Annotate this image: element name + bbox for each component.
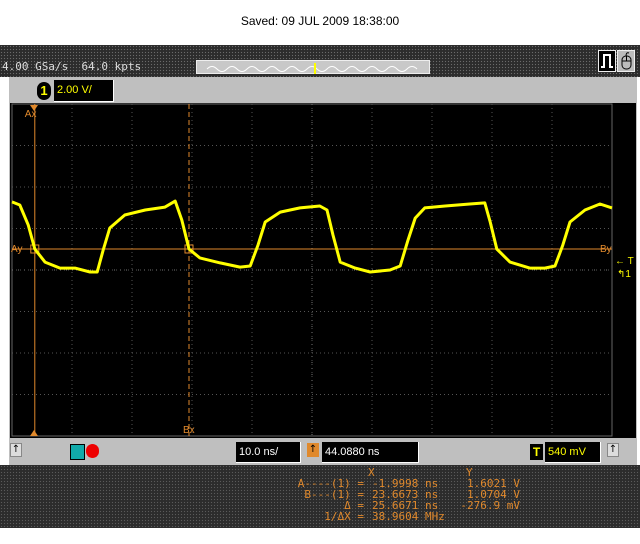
timebase-scale[interactable]: 10.0 ns/ [236,442,301,463]
saved-timestamp: Saved: 09 JUL 2009 18:38:00 [240,14,400,28]
navigator-preview [206,63,418,74]
meas-y: -276.9 mV [460,499,520,512]
cursor-bx-label: Bx [183,425,195,436]
stop-indicator-icon [86,444,99,458]
delay-icon: ↑ [307,443,319,457]
channel-scale[interactable]: 2.00 V/ [54,80,114,102]
channel-1-badge[interactable]: 1 [37,82,51,100]
meas-label: 1/ΔX = [324,510,364,523]
run-status-icon [70,444,85,460]
waveform-graticule: Ax Bx Ay By← T ↰1 [11,103,634,437]
meas-x: 38.9604 MHz [372,510,445,523]
pulse-mode-button[interactable] [598,50,616,72]
trigger-level[interactable]: 540 mV [545,442,601,463]
mouse-icon [621,52,632,70]
memory-depth: 64.0 kpts [81,60,142,73]
pulse-icon [599,51,615,71]
sample-rate: 4.00 GSa/s [2,60,69,73]
mouse-mode-button[interactable] [617,50,635,72]
right-scroll-button[interactable]: ↑ [607,443,619,457]
waveform-navigator[interactable] [196,60,430,74]
cursor-ay-label: Ay [11,244,23,255]
navigator-position[interactable] [314,63,316,74]
timebase-delay[interactable]: 44.0880 ns [322,442,419,463]
cursor-by-label: By [600,244,612,255]
cursor-ax-label: Ax [25,109,37,120]
acquisition-info: 4.00 GSa/s 64.0 kpts [2,60,141,73]
trigger-position-bottom [30,430,38,436]
trigger-icon: T [530,444,543,460]
channel-1-ground-marker: ↰1 [617,269,631,280]
left-scroll-button[interactable]: ↑ [10,443,22,457]
trigger-level-marker: ← T [615,256,634,267]
waveform-display[interactable]: Ax Bx Ay By ← T ↰1 [10,103,636,438]
